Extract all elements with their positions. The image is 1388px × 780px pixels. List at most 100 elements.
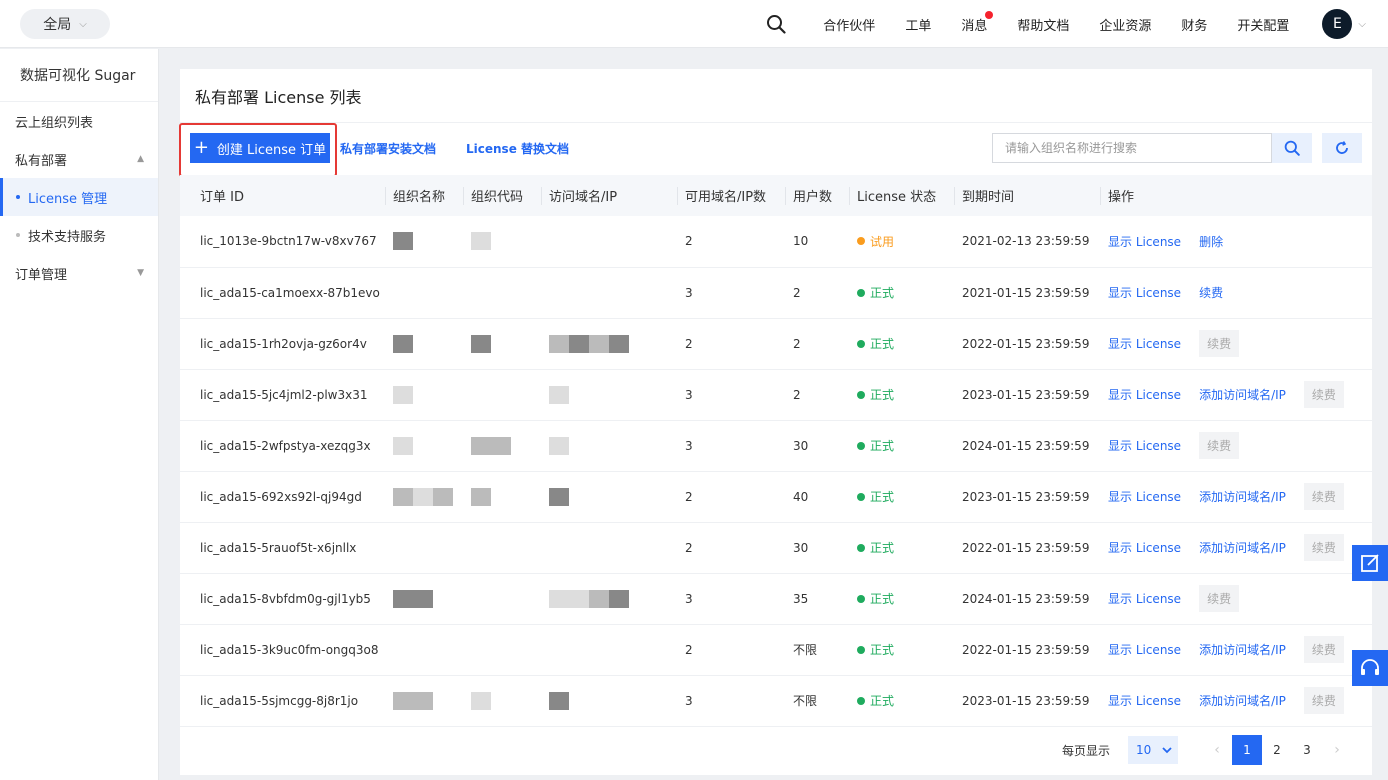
avatar[interactable]: E [1322, 9, 1353, 39]
status-dot-icon [857, 237, 865, 246]
renew-button[interactable]: 续费 [1303, 483, 1344, 510]
org-code-cell [463, 318, 541, 370]
redacted-block [393, 385, 413, 404]
action-link[interactable]: 显示 License [1108, 439, 1181, 453]
prev-page-icon[interactable]: ‹ [1202, 742, 1232, 758]
action-link[interactable]: 添加访问域名/IP [1199, 541, 1286, 555]
status-cell: 正式 [849, 624, 954, 676]
action-link[interactable]: 添加访问域名/IP [1199, 388, 1286, 402]
org-name-cell [385, 267, 463, 319]
status-dot-icon [857, 339, 865, 348]
search-button[interactable] [1272, 133, 1312, 163]
status-label: 正式 [870, 388, 895, 402]
action-link[interactable]: 显示 License [1108, 643, 1181, 657]
action-link[interactable]: 显示 License [1108, 235, 1181, 249]
action-link[interactable]: 显示 License [1108, 337, 1181, 351]
expire-time-cell: 2024-01-15 23:59:59 [954, 573, 1100, 625]
refresh-icon [1336, 141, 1348, 154]
unread-badge [985, 10, 994, 19]
org-code-cell [463, 675, 541, 727]
create-license-order-button[interactable]: + 创建 License 订单 [190, 133, 330, 163]
license-list-panel: 私有部署 License 列表 + 创建 License 订单 私有部署安装文档… [179, 69, 1372, 775]
renew-button[interactable]: 续费 [1199, 585, 1240, 612]
action-link[interactable]: 显示 License [1108, 694, 1181, 708]
scope-selector[interactable]: 全局 ⌵ [20, 9, 110, 39]
expire-time-cell: 2023-01-15 23:59:59 [954, 675, 1100, 727]
redacted-block [413, 487, 433, 506]
replace-doc-link[interactable]: License 替换文档 [466, 140, 569, 157]
page-number[interactable]: 3 [1292, 735, 1322, 765]
action-link[interactable]: 显示 License [1108, 286, 1181, 300]
sidebar-item-label: 订单管理 [15, 267, 68, 283]
order-id-cell: lic_ada15-5jc4jml2-plw3x31 [180, 369, 385, 421]
user-count-cell: 30 [785, 522, 849, 574]
order-id-cell: lic_ada15-3k9uc0fm-ongq3o8 [180, 624, 385, 676]
expire-time-cell: 2022-01-15 23:59:59 [954, 318, 1100, 370]
renew-button[interactable]: 续费 [1303, 687, 1344, 714]
table-header-row: 订单 ID 组织名称 组织代码 访问域名/IP 可用域名/IP数 用户数 License 状… [180, 175, 1372, 216]
renew-button[interactable]: 续费 [1303, 636, 1344, 663]
order-id-cell: lic_ada15-5rauof5t-x6jnllx [180, 522, 385, 574]
status-badge: 试用 [857, 233, 894, 250]
renew-button[interactable]: 续费 [1303, 534, 1344, 561]
top-nav-item[interactable]: 财务 [1181, 15, 1207, 34]
sidebar-item-private-deploy[interactable]: 私有部署 ▲ [0, 140, 158, 178]
search-icon[interactable] [766, 14, 786, 34]
top-nav-item[interactable]: 开关配置 [1237, 15, 1289, 34]
column-header: 可用域名/IP数 [677, 175, 785, 216]
status-dot-icon [857, 543, 865, 552]
expire-time-cell: 2024-01-15 23:59:59 [954, 420, 1100, 472]
org-code-cell [463, 369, 541, 421]
top-nav-item[interactable]: 企业资源 [1099, 15, 1151, 34]
status-label: 正式 [870, 490, 895, 504]
feedback-button[interactable] [1352, 545, 1388, 581]
top-nav-item[interactable]: 消息 [961, 10, 994, 34]
renew-button[interactable]: 续费 [1199, 432, 1240, 459]
order-id-cell: lic_ada15-2wfpstya-xezqg3x [180, 420, 385, 472]
sidebar-item-tech-support[interactable]: 技术支持服务 [0, 216, 158, 254]
per-page-label: 每页显示 [1061, 743, 1110, 758]
page-number[interactable]: 2 [1262, 735, 1292, 765]
org-name-cell [385, 420, 463, 472]
top-nav-label: 工单 [905, 18, 932, 34]
table-row: lic_ada15-1rh2ovja-gz6or4v 2 2 正式 2022-01-15… [180, 318, 1372, 370]
org-search-input[interactable] [992, 133, 1272, 163]
renew-button[interactable]: 续费 [1199, 330, 1240, 357]
action-link[interactable]: 删除 [1199, 235, 1223, 249]
per-page-select[interactable]: 10 [1128, 736, 1178, 764]
redacted-block [471, 691, 491, 710]
action-link[interactable]: 添加访问域名/IP [1199, 643, 1286, 657]
action-link[interactable]: 显示 License [1108, 388, 1181, 402]
action-link[interactable]: 显示 License [1108, 490, 1181, 504]
next-page-icon[interactable]: › [1322, 742, 1352, 758]
top-nav-item[interactable]: 帮助文档 [1017, 15, 1069, 34]
support-button[interactable] [1352, 650, 1388, 686]
sidebar-item-license-manage[interactable]: License 管理 [0, 178, 158, 216]
sidebar-item-label: 云上组织列表 [15, 115, 94, 131]
action-link[interactable]: 显示 License [1108, 541, 1181, 555]
sidebar-item-cloud-orgs[interactable]: 云上组织列表 [0, 102, 158, 140]
action-link[interactable]: 续费 [1199, 286, 1223, 300]
install-doc-link[interactable]: 私有部署安装文档 [340, 140, 436, 157]
chevron-down-icon: ⌵ [79, 18, 87, 30]
top-nav-label: 企业资源 [1099, 18, 1152, 34]
sidebar-item-orders[interactable]: 订单管理 ▼ [0, 254, 158, 292]
order-id-cell: lic_ada15-692xs92l-qj94gd [180, 471, 385, 523]
user-count-cell: 30 [785, 420, 849, 472]
top-nav-item[interactable]: 合作伙伴 [823, 15, 875, 34]
action-link[interactable]: 添加访问域名/IP [1199, 490, 1286, 504]
column-header: 用户数 [785, 175, 849, 216]
status-badge: 正式 [857, 335, 894, 352]
toolbar: + 创建 License 订单 私有部署安装文档 License 替换文档 [179, 123, 1372, 177]
status-label: 正式 [870, 337, 895, 351]
top-nav-item[interactable]: 工单 [905, 15, 931, 34]
renew-button[interactable]: 续费 [1303, 381, 1344, 408]
license-table: 订单 ID 组织名称 组织代码 访问域名/IP 可用域名/IP数 用户数 License 状… [180, 175, 1372, 727]
column-header: License 状态 [849, 175, 954, 216]
action-link[interactable]: 添加访问域名/IP [1199, 694, 1286, 708]
refresh-button[interactable] [1322, 133, 1362, 163]
top-bar: 全局 ⌵ 合作伙伴 工单 消息 帮助文档 企业资源 财务 开关配置 E ⌵ [0, 0, 1388, 48]
page-number[interactable]: 1 [1232, 735, 1262, 765]
org-code-cell [463, 522, 541, 574]
action-link[interactable]: 显示 License [1108, 592, 1181, 606]
